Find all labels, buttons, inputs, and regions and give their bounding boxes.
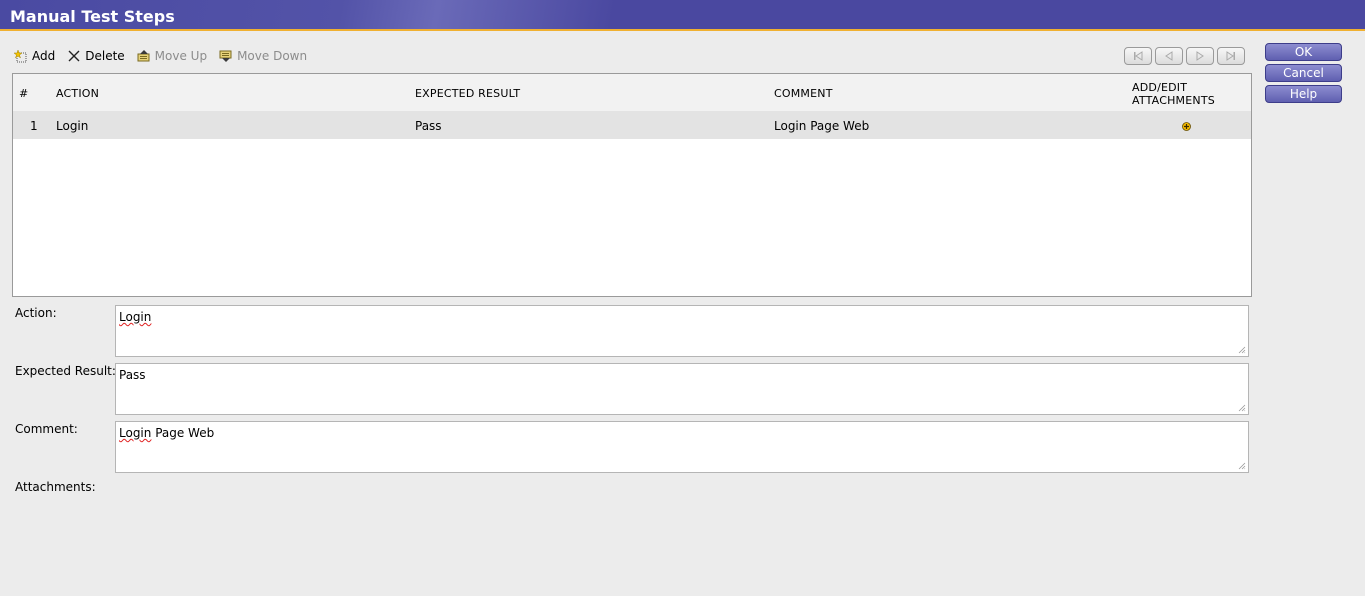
table-row[interactable]: 1 Login Pass Login Page Web (13, 111, 1251, 139)
comment-label: Comment: (15, 422, 78, 436)
last-icon (1226, 51, 1235, 61)
row-number: 1 (30, 119, 38, 133)
next-icon (1196, 51, 1204, 61)
resize-grip-icon[interactable] (1238, 462, 1246, 470)
column-header-expected-result[interactable]: EXPECTED RESULT (415, 87, 520, 100)
column-header-action[interactable]: ACTION (56, 87, 99, 100)
action-textarea[interactable]: Login (115, 305, 1249, 357)
expected-result-textarea[interactable]: Pass (115, 363, 1249, 415)
row-action: Login (56, 119, 89, 133)
last-record-button[interactable] (1217, 47, 1245, 65)
delete-x-icon (67, 49, 81, 63)
grid-header: # ACTION EXPECTED RESULT COMMENT ADD/EDI… (13, 74, 1251, 111)
steps-grid: # ACTION EXPECTED RESULT COMMENT ADD/EDI… (12, 73, 1252, 297)
move-down-icon (219, 49, 233, 63)
toolbar: Add Delete Move Up Move Down (14, 48, 319, 64)
help-button[interactable]: Help (1265, 85, 1342, 103)
record-navigation (1124, 47, 1248, 65)
row-comment: Login Page Web (774, 119, 870, 133)
row-expected-result: Pass (415, 119, 442, 133)
ok-button[interactable]: OK (1265, 43, 1342, 61)
column-header-comment[interactable]: COMMENT (774, 87, 833, 100)
add-label: Add (32, 49, 56, 63)
first-record-button[interactable] (1124, 47, 1152, 65)
column-header-number[interactable]: # (19, 87, 28, 100)
cancel-button[interactable]: Cancel (1265, 64, 1342, 82)
add-button[interactable]: Add (14, 49, 55, 63)
move-down-button[interactable]: Move Down (219, 49, 307, 63)
column-header-add-edit[interactable]: ADD/EDIT (1132, 81, 1187, 94)
previous-record-button[interactable] (1155, 47, 1183, 65)
resize-grip-icon[interactable] (1238, 404, 1246, 412)
action-label: Action: (15, 306, 57, 320)
next-record-button[interactable] (1186, 47, 1214, 65)
delete-label: Delete (85, 49, 125, 63)
previous-icon (1165, 51, 1173, 61)
action-text: Login (119, 310, 152, 324)
comment-textarea[interactable]: Login Page Web (115, 421, 1249, 473)
delete-button[interactable]: Delete (67, 49, 125, 63)
column-header-attachments[interactable]: ATTACHMENTS (1132, 94, 1215, 107)
move-up-button[interactable]: Move Up (137, 49, 207, 63)
add-attachment-icon[interactable] (1182, 121, 1191, 134)
move-up-icon (137, 49, 151, 63)
comment-text-rest: Page Web (151, 426, 215, 440)
move-up-label: Move Up (154, 49, 208, 63)
resize-grip-icon[interactable] (1238, 346, 1246, 354)
expected-result-label: Expected Result: (15, 364, 116, 378)
expected-result-text: Pass (119, 368, 146, 382)
attachments-label: Attachments: (15, 480, 96, 494)
comment-text-first: Login (119, 426, 152, 440)
title-bar: Manual Test Steps (0, 0, 1365, 31)
page-title: Manual Test Steps (10, 7, 175, 26)
add-star-icon (14, 49, 28, 63)
move-down-label: Move Down (237, 49, 308, 63)
first-icon (1134, 51, 1143, 61)
